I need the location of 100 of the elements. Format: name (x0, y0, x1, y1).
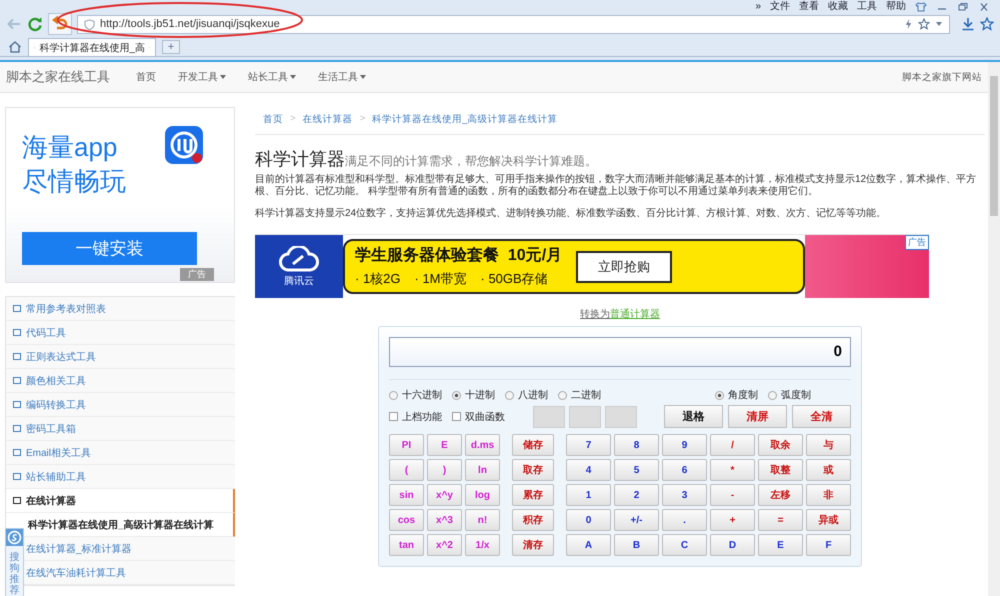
sidebar-item[interactable]: 编码转换工具 (6, 393, 235, 417)
menu-item[interactable]: 查看 (799, 0, 819, 12)
action-key[interactable]: 全清 (792, 405, 851, 428)
calculator-key[interactable]: 左移 (758, 484, 803, 506)
calculator-key[interactable]: 3 (662, 484, 707, 506)
lightning-icon[interactable] (904, 18, 913, 30)
function-key[interactable]: ) (427, 459, 462, 481)
scrollbar[interactable] (988, 62, 1000, 596)
caret-icon[interactable] (935, 21, 943, 27)
calculator-key[interactable]: 取余 (758, 434, 803, 456)
memory-key[interactable]: 累存 (512, 484, 554, 506)
function-key[interactable]: x^3 (427, 509, 462, 531)
calculator-key[interactable]: 异或 (806, 509, 851, 531)
calculator-key[interactable]: 5 (614, 459, 659, 481)
download-icon[interactable] (961, 17, 975, 31)
memory-key[interactable]: 取存 (512, 459, 554, 481)
calculator-key[interactable]: 9 (662, 434, 707, 456)
calculator-key[interactable]: . (662, 509, 707, 531)
sidebar-subitem[interactable]: 在线汽车油耗计算工具 (24, 561, 235, 585)
function-key[interactable]: cos (389, 509, 424, 531)
home-icon[interactable] (8, 40, 22, 54)
calculator-key[interactable]: 与 (806, 434, 851, 456)
function-key[interactable]: x^y (427, 484, 462, 506)
menu-item[interactable]: » (755, 0, 761, 12)
calculator-key[interactable]: F (806, 534, 851, 556)
shirt-icon[interactable] (915, 2, 927, 12)
function-key[interactable]: E (427, 434, 462, 456)
option-checkbox[interactable]: 上档功能 (389, 410, 442, 424)
sidebar-item[interactable]: 颜色相关工具 (6, 369, 235, 393)
function-key[interactable]: tan (389, 534, 424, 556)
action-key[interactable]: 退格 (664, 405, 723, 428)
sidebar-subitem[interactable]: 科学计算器在线使用_高级计算器在线计算 (24, 513, 235, 537)
calculator-key[interactable]: 非 (806, 484, 851, 506)
calculator-key[interactable]: D (710, 534, 755, 556)
calculator-key[interactable]: B (614, 534, 659, 556)
angle-radio[interactable]: 角度制 (715, 388, 758, 402)
calculator-key[interactable]: 0 (566, 509, 611, 531)
star-icon[interactable] (980, 17, 994, 31)
function-key[interactable]: ln (465, 459, 500, 481)
switch-link[interactable]: 普通计算器 (610, 309, 660, 320)
nav-link[interactable]: 站长工具 (248, 70, 296, 84)
nav-link[interactable]: 生活工具 (318, 70, 366, 84)
calculator-key[interactable]: 1 (566, 484, 611, 506)
sidebar-item[interactable]: 常用参考表对照表 (6, 297, 235, 321)
sidebar-item[interactable]: 代码工具 (6, 321, 235, 345)
calculator-key[interactable]: +/- (614, 509, 659, 531)
angle-radio[interactable]: 弧度制 (768, 388, 811, 402)
restore-icon[interactable] (957, 2, 969, 12)
calculator-key[interactable]: = (758, 509, 803, 531)
sidebar-item[interactable]: 正则表达式工具 (6, 345, 235, 369)
base-radio[interactable]: 十六进制 (389, 388, 442, 402)
sidebar-item[interactable]: 密码工具箱 (6, 417, 235, 441)
nav-link[interactable]: 首页 (136, 70, 156, 84)
memory-key[interactable]: 储存 (512, 434, 554, 456)
calculator-key[interactable]: * (710, 459, 755, 481)
sidebar-item[interactable]: 在线计算器 (6, 489, 235, 513)
star-icon[interactable] (918, 18, 930, 30)
function-key[interactable]: 1/x (465, 534, 500, 556)
sidebar-item[interactable]: Email相关工具 (6, 441, 235, 465)
function-key[interactable]: log (465, 484, 500, 506)
function-key[interactable]: x^2 (427, 534, 462, 556)
menu-item[interactable]: 工具 (857, 0, 877, 12)
install-button[interactable]: 一键安装 (22, 232, 197, 265)
calculator-key[interactable]: A (566, 534, 611, 556)
breadcrumb-link[interactable]: 首页 (263, 113, 283, 126)
menu-item[interactable]: 文件 (770, 0, 790, 12)
close-icon[interactable] (978, 2, 990, 12)
breadcrumb-link[interactable]: 在线计算器 (302, 113, 353, 126)
address-bar[interactable]: http://tools.jb51.net/jisuanqi/jsqkexue (77, 14, 950, 34)
sidebar-item[interactable]: 站长辅助工具 (6, 465, 235, 489)
breadcrumb-link[interactable]: 科学计算器在线使用_高级计算器在线计算 (372, 113, 558, 126)
sidebar-subitem[interactable]: 在线计算器_标准计算器 (24, 537, 235, 561)
memory-key[interactable]: 清存 (512, 534, 554, 556)
header-link[interactable]: 脚本之家旗下网站 (902, 70, 982, 84)
function-key[interactable]: sin (389, 484, 424, 506)
calculator-key[interactable]: / (710, 434, 755, 456)
calculator-key[interactable]: + (710, 509, 755, 531)
calculator-key[interactable]: 6 (662, 459, 707, 481)
base-radio[interactable]: 八进制 (505, 388, 548, 402)
refresh-icon[interactable] (27, 16, 43, 32)
calculator-key[interactable]: 8 (614, 434, 659, 456)
calculator-key[interactable]: 2 (614, 484, 659, 506)
calculator-key[interactable]: 7 (566, 434, 611, 456)
calculator-key[interactable]: 4 (566, 459, 611, 481)
function-key[interactable]: PI (389, 434, 424, 456)
site-logo[interactable]: 脚本之家在线工具 (6, 68, 110, 86)
base-radio[interactable]: 二进制 (558, 388, 601, 402)
base-radio[interactable]: 十进制 (452, 388, 495, 402)
function-key[interactable]: n! (465, 509, 500, 531)
function-key[interactable]: ( (389, 459, 424, 481)
action-key[interactable]: 清屏 (728, 405, 787, 428)
calculator-key[interactable]: 取整 (758, 459, 803, 481)
memory-key[interactable]: 积存 (512, 509, 554, 531)
buy-button[interactable]: 立即抢购 (576, 250, 672, 282)
new-tab-button[interactable]: + (162, 40, 180, 54)
calculator-key[interactable]: - (710, 484, 755, 506)
option-checkbox[interactable]: 双曲函数 (452, 410, 505, 424)
calculator-key[interactable]: C (662, 534, 707, 556)
calculator-key[interactable]: 或 (806, 459, 851, 481)
ad-banner[interactable]: 海量app 尽情畅玩 一键安装 广告 (5, 107, 235, 283)
